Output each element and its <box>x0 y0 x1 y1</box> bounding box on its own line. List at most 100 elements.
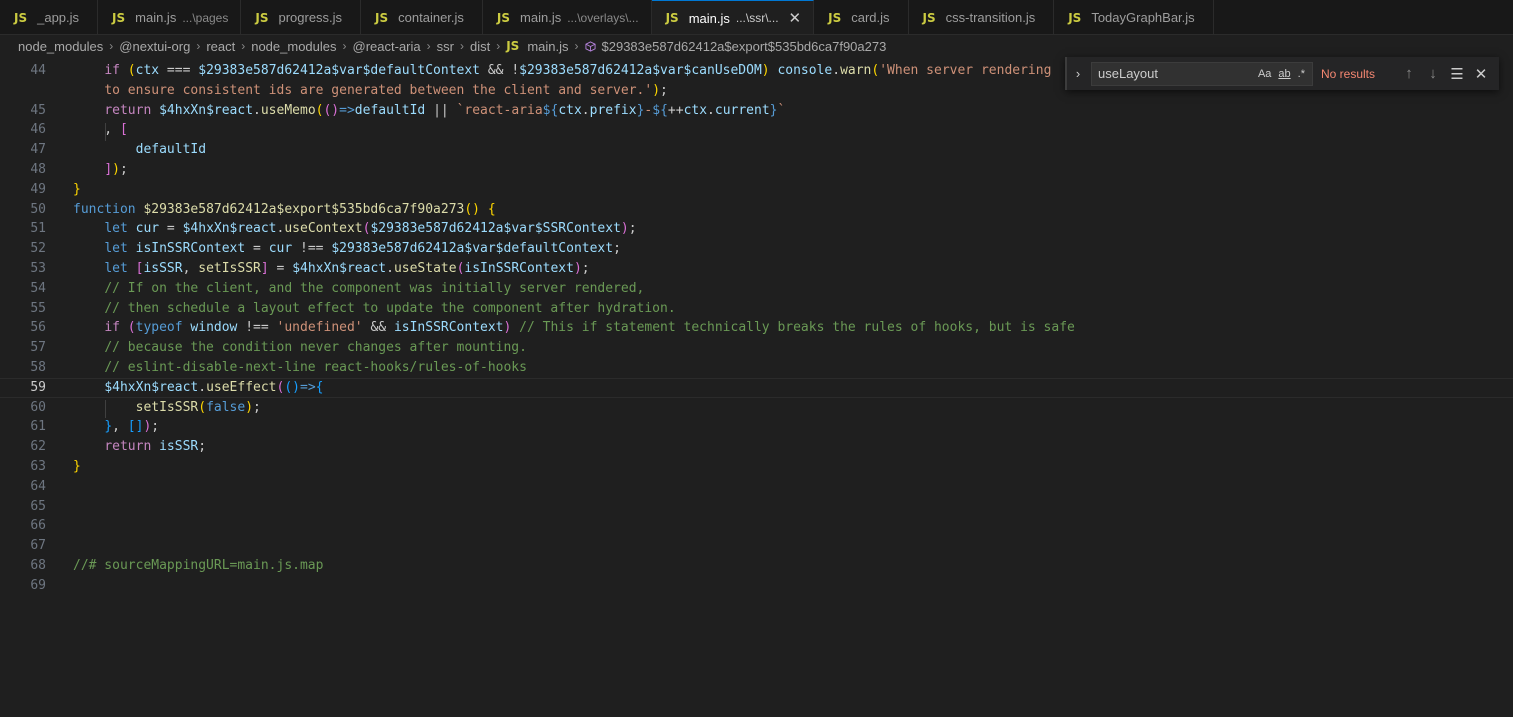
code-line[interactable]: 51 let cur = $4hxXn$react.useContext($29… <box>0 219 1513 239</box>
code-line[interactable]: 60 setIsSSR(false); <box>0 398 1513 418</box>
code-text: // eslint-disable-next-line react-hooks/… <box>104 360 527 375</box>
tab-main-js[interactable]: JS main.js ...\overlays\... <box>483 0 652 34</box>
breadcrumb-separator-icon: › <box>496 39 501 53</box>
code-line[interactable]: 66 <box>0 516 1513 536</box>
code-line[interactable]: 45 return $4hxXn$react.useMemo(()=>defau… <box>0 101 1513 121</box>
javascript-file-icon: JS <box>255 10 269 25</box>
code-line[interactable]: 65 <box>0 497 1513 517</box>
line-number: 56 <box>30 320 46 336</box>
code-line[interactable]: 64 <box>0 477 1513 497</box>
breadcrumb: node_modules › @nextui-org › react › node_modu… <box>0 35 1513 57</box>
code-line[interactable]: 59 $4hxXn$react.useEffect(()=>{ <box>0 378 1513 398</box>
tab-description: ...\ssr\... <box>735 11 779 25</box>
code-line[interactable]: 47 defaultId <box>0 140 1513 160</box>
breadcrumb-separator-icon: › <box>459 39 464 53</box>
tab-label: main.js <box>135 10 177 25</box>
code-line[interactable]: 53 let [isSSR, setIsSSR] = $4hxXn$react.… <box>0 259 1513 279</box>
breadcrumb-item[interactable]: ssr <box>437 39 454 54</box>
code-line[interactable]: 49} <box>0 180 1513 200</box>
close-tab-icon[interactable]: ✕ <box>789 9 802 27</box>
tab-label: main.js <box>688 10 730 26</box>
line-number: 54 <box>30 280 46 296</box>
code-line[interactable]: 62 return isSSR; <box>0 437 1513 457</box>
code-line[interactable]: 61 }, []); <box>0 417 1513 437</box>
line-number: 48 <box>30 162 46 177</box>
tab-css-transition-js[interactable]: JS css-transition.js <box>909 0 1055 34</box>
find-in-selection-icon[interactable]: ☰ <box>1445 65 1469 83</box>
code-text: let [isSSR, setIsSSR] = $4hxXn$react.use… <box>104 261 590 276</box>
previous-match-arrow-up-icon[interactable]: ↑ <box>1397 65 1421 82</box>
javascript-file-icon: JS <box>665 11 679 25</box>
breadcrumb-item[interactable]: @react-aria <box>353 39 421 54</box>
breadcrumb-file[interactable]: JS main.js <box>506 39 568 54</box>
breadcrumb-symbol[interactable]: $29383e587d62412a$export$535bd6ca7f90a27… <box>584 39 886 54</box>
line-number: 46 <box>30 122 46 138</box>
breadcrumb-item[interactable]: react <box>206 39 235 54</box>
tab-label: TodayGraphBar.js <box>1091 10 1195 25</box>
line-number: 47 <box>30 142 46 158</box>
toggle-replace-chevron-icon[interactable]: › <box>1069 66 1087 81</box>
code-line[interactable]: 63} <box>0 457 1513 477</box>
find-input-value: useLayout <box>1098 66 1158 81</box>
code-line[interactable]: 58 // eslint-disable-next-line react-hoo… <box>0 358 1513 378</box>
line-number: 69 <box>30 577 46 593</box>
code-text: }, []); <box>104 419 160 435</box>
code-line[interactable]: 50 function $29383e587d62412a$export$535b… <box>0 200 1513 220</box>
line-number: 53 <box>30 261 46 276</box>
line-number: 63 <box>30 459 46 474</box>
code-text: let isInSSRContext = cur !== $29383e587d… <box>104 241 621 257</box>
tab-main-js[interactable]: JS main.js ...\ssr\... ✕ <box>651 0 815 34</box>
line-number: 45 <box>30 102 46 118</box>
tab-main-js[interactable]: JS main.js ...\pages <box>98 0 242 34</box>
code-line[interactable]: 68 //# sourceMappingURL=main.js.map <box>0 556 1513 576</box>
line-number: 55 <box>30 300 46 316</box>
tab-label: progress.js <box>278 10 343 25</box>
code-line[interactable]: 57 // because the condition never change… <box>0 338 1513 358</box>
tab-progress-js[interactable]: JS progress.js <box>241 0 362 34</box>
code-line[interactable]: 52 let isInSSRContext = cur !== $29383e5… <box>0 239 1513 259</box>
line-number: 58 <box>30 360 46 375</box>
code-line[interactable]: 67 <box>0 536 1513 556</box>
breadcrumb-item[interactable]: node_modules <box>251 39 336 54</box>
code-text: to ensure consistent ids are generated b… <box>104 82 668 98</box>
code-line[interactable]: 54 // If on the client, and the componen… <box>0 279 1513 299</box>
find-status: No results <box>1321 66 1376 81</box>
javascript-file-icon: JS <box>506 39 520 53</box>
code-line[interactable]: 48 ]); <box>0 160 1513 180</box>
code-text: //# sourceMappingURL=main.js.map <box>73 558 324 573</box>
code-line[interactable]: 55 // then schedule a layout effect to u… <box>0 299 1513 319</box>
line-number: 52 <box>30 241 46 257</box>
whole-word-toggle[interactable]: ab <box>1278 68 1290 80</box>
code-text: defaultId <box>135 142 207 158</box>
breadcrumb-item[interactable]: @nextui-org <box>119 39 190 54</box>
line-number: 44 <box>30 63 46 78</box>
code-line[interactable]: 56 if (typeof window !== 'undefined' && … <box>0 318 1513 338</box>
line-number: 66 <box>30 518 46 534</box>
next-match-arrow-down-icon[interactable]: ↓ <box>1421 65 1445 82</box>
tab-label: _app.js <box>37 10 80 25</box>
javascript-file-icon: JS <box>922 10 936 25</box>
breadcrumb-item[interactable]: dist <box>470 39 490 54</box>
code-text: // If on the client, and the component w… <box>104 280 645 296</box>
code-editor[interactable]: 44 if (ctx === $29383e587d62412a$var$def… <box>0 60 1513 717</box>
find-widget: › useLayout Aa ab .* No results ↑ ↓ ☰ ✕ <box>1065 57 1499 90</box>
tab--app-js[interactable]: JS _app.js <box>0 0 99 34</box>
line-number: 57 <box>30 340 46 356</box>
line-number: 51 <box>30 221 46 237</box>
code-line[interactable]: 69 <box>0 576 1513 596</box>
breadcrumb-item[interactable]: node_modules <box>18 39 103 54</box>
tab-container-js[interactable]: JS container.js <box>361 0 483 34</box>
code-text: } <box>73 459 81 474</box>
line-number: 62 <box>30 439 46 455</box>
line-number: 64 <box>30 478 46 494</box>
code-text: if (ctx === $29383e587d62412a$var$defaul… <box>104 63 1052 78</box>
tab-todaygraphbar-js[interactable]: JS TodayGraphBar.js <box>1054 0 1214 34</box>
match-case-toggle[interactable]: Aa <box>1258 68 1271 80</box>
line-number: 67 <box>30 538 46 554</box>
close-find-icon[interactable]: ✕ <box>1469 65 1493 83</box>
javascript-file-icon: JS <box>112 10 126 25</box>
code-line[interactable]: 46 , [ <box>0 120 1513 140</box>
regex-toggle[interactable]: .* <box>1298 68 1305 80</box>
find-input[interactable]: useLayout Aa ab .* <box>1091 61 1313 86</box>
tab-card-js[interactable]: JS card.js <box>814 0 909 34</box>
